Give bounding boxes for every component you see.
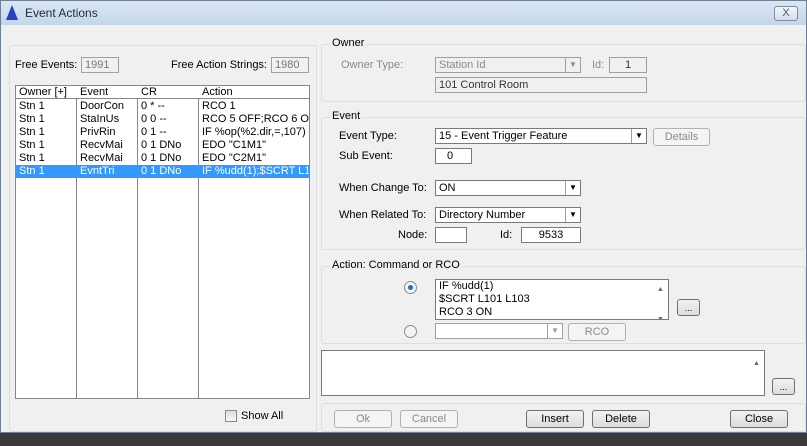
chevron-down-icon: ▼ [565,208,580,222]
table-row[interactable]: Stn 1 EvntTri 0 1 DNo IF %udd(1);$SCRT L101 [16,165,309,178]
owner-type-label: Owner Type: [341,59,404,71]
free-action-strings-field: 1980 [271,57,309,73]
close-window-button[interactable]: X [774,6,798,21]
cell-owner: Stn 1 [19,165,45,177]
related-id-field[interactable]: 9533 [521,227,581,243]
cell-action: RCO 1 [202,100,236,112]
title-bar: Event Actions X [1,1,806,25]
ok-button[interactable]: Ok [334,410,392,428]
table-row[interactable]: Stn 1 StaInUs 0 0 -- RCO 5 OFF;RCO 6 OFF [16,113,309,126]
cell-owner: Stn 1 [19,100,45,112]
cell-owner: Stn 1 [19,152,45,164]
when-change-to-dropdown[interactable]: ON ▼ [435,180,581,196]
cell-event: RecvMai [80,152,123,164]
cell-event: StaInUs [80,113,120,125]
cell-cr: 0 1 DNo [141,139,182,151]
owner-type-dropdown: Station Id ▼ [435,57,581,73]
notes-textarea[interactable]: ▲▼ [321,350,765,396]
table-row[interactable]: Stn 1 RecvMai 0 1 DNo EDO "C1M1" [16,139,309,152]
cell-action: IF %op(%2.dir,=,107) [202,126,306,138]
chevron-down-icon: ▼ [547,324,562,338]
delete-button[interactable]: Delete [592,410,650,428]
table-row[interactable]: Stn 1 PrivRin 0 1 -- IF %op(%2.dir,=,107) [16,126,309,139]
rco-button[interactable]: RCO [568,323,626,341]
cell-cr: 0 1 -- [141,126,167,138]
command-textarea[interactable]: IF %udd(1) $SCRT L101 L103 RCO 3 ON ▲ ▼ [435,279,669,320]
header-event[interactable]: Event [80,86,108,99]
details-button[interactable]: Details [653,128,710,146]
related-id-label: Id: [500,229,513,241]
cell-owner: Stn 1 [19,139,45,151]
chevron-down-icon: ▼ [565,58,580,72]
command-more-button[interactable]: ... [677,299,700,316]
cell-owner: Stn 1 [19,126,45,138]
when-related-to-dropdown[interactable]: Directory Number ▼ [435,207,581,223]
show-all-label: Show All [241,410,284,422]
events-table[interactable]: Owner [+] Event CR Action Stn 1 DoorCon 0 … [15,85,310,399]
header-cr[interactable]: CR [141,86,157,99]
cell-action: EDO "C1M1" [202,139,267,151]
chevron-down-icon: ▼ [631,129,646,143]
owner-type-value: Station Id [439,59,486,71]
rco-radio[interactable] [404,325,417,338]
cell-action: RCO 5 OFF;RCO 6 OFF [202,113,309,125]
header-owner[interactable]: Owner [+] [19,86,67,99]
chevron-down-icon: ▼ [565,181,580,195]
close-button[interactable]: Close [730,410,788,428]
notes-more-button[interactable]: ... [772,378,795,395]
node-label: Node: [398,229,428,241]
table-header: Owner [+] Event CR Action [16,86,309,99]
free-events-label: Free Events: [15,59,78,71]
action-group-label: Action: Command or RCO [330,259,462,271]
when-change-to-label: When Change To: [339,182,427,194]
owner-id-label: Id: [592,59,605,71]
header-action[interactable]: Action [202,86,233,99]
sub-event-field[interactable]: 0 [435,148,472,164]
cell-owner: Stn 1 [19,113,45,125]
cell-action: EDO "C2M1" [202,152,267,164]
rco-dropdown: ▼ [435,323,563,339]
cancel-button[interactable]: Cancel [400,410,458,428]
when-related-to-label: When Related To: [339,209,427,221]
command-radio[interactable] [404,281,417,294]
owner-group: Owner [321,37,806,102]
owner-name-field: 101 Control Room [435,77,647,93]
table-row[interactable]: Stn 1 RecvMai 0 1 DNo EDO "C2M1" [16,152,309,165]
owner-id-field: 1 [609,57,647,73]
event-type-dropdown[interactable]: 15 - Event Trigger Feature ▼ [435,128,647,144]
insert-button[interactable]: Insert [526,410,584,428]
app-icon [6,5,18,20]
window-title: Event Actions [25,6,98,20]
show-all-checkbox[interactable] [225,410,237,422]
event-type-label: Event Type: [339,130,397,142]
cell-event: DoorCon [80,100,125,112]
cell-cr: 0 0 -- [141,113,167,125]
cell-cr: 0 * -- [141,100,165,112]
cell-event: RecvMai [80,139,123,151]
table-row[interactable]: Stn 1 DoorCon 0 * -- RCO 1 [16,100,309,113]
when-change-to-value: ON [439,182,456,194]
scrollbar[interactable]: ▲▼ [749,351,764,395]
free-action-strings-label: Free Action Strings: [171,59,267,71]
cell-cr: 0 1 DNo [141,165,182,177]
command-line: RCO 3 ON [439,306,493,318]
cell-event: PrivRin [80,126,116,138]
command-line: IF %udd(1) [439,280,494,292]
owner-group-label: Owner [330,37,367,49]
event-actions-window: Event Actions X Free Events: 1991 Free A… [0,0,807,433]
event-type-value: 15 - Event Trigger Feature [439,130,568,142]
node-field[interactable] [435,227,467,243]
event-group-label: Event [330,110,363,122]
cell-event: EvntTri [80,165,115,177]
scrollbar[interactable]: ▲▼ [653,280,668,319]
free-events-field: 1991 [81,57,119,73]
cell-cr: 0 1 DNo [141,152,182,164]
cell-action: IF %udd(1);$SCRT L101 [202,165,310,177]
command-line: $SCRT L101 L103 [439,293,530,305]
sub-event-label: Sub Event: [339,150,393,162]
when-related-to-value: Directory Number [439,209,526,221]
